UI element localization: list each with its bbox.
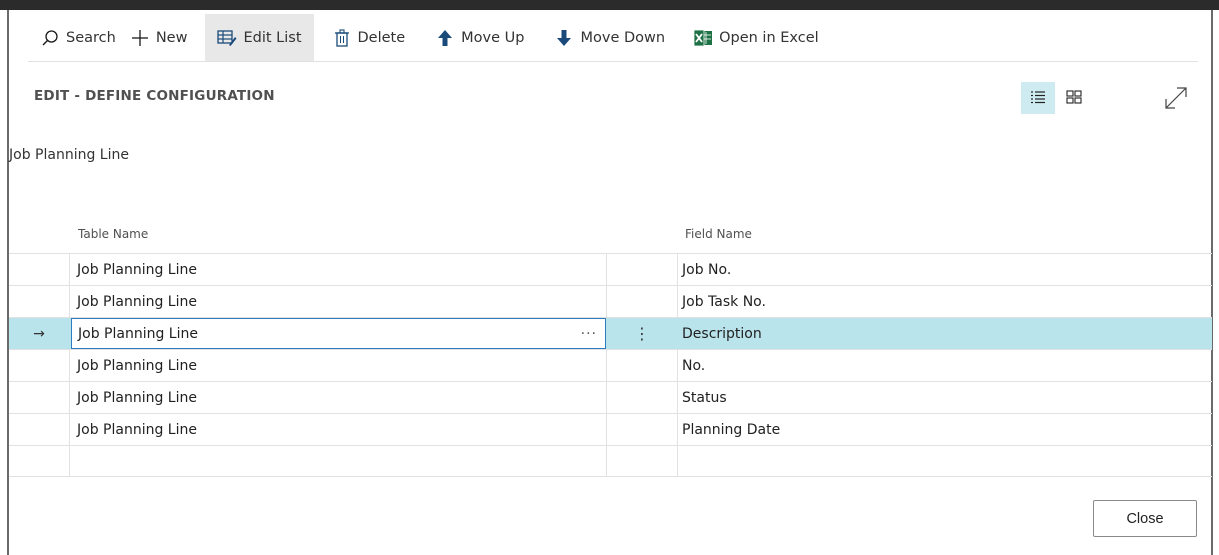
field-name-cell[interactable]: Job No. <box>678 254 1212 285</box>
table-row[interactable]: Job Planning Line Planning Date <box>9 413 1212 445</box>
tile-view-icon <box>1066 89 1082 108</box>
grid-header: Table Name Field Name <box>9 220 1212 253</box>
row-menu-cell[interactable]: ⋮ <box>607 318 678 349</box>
move-up-label: Move Up <box>461 30 525 46</box>
table-name-cell[interactable]: Job Planning Line <box>70 350 607 381</box>
more-options-icon[interactable]: ⋮ <box>634 324 650 343</box>
page-title: EDIT - DEFINE CONFIGURATION <box>34 88 275 104</box>
edit-list-label: Edit List <box>243 30 302 46</box>
list-view-button[interactable] <box>1021 82 1055 114</box>
search-icon <box>40 28 60 48</box>
table-row[interactable]: Job Planning Line Status <box>9 381 1212 413</box>
list-view-icon <box>1030 89 1046 108</box>
row-selector[interactable] <box>9 382 70 413</box>
expand-button[interactable] <box>1160 84 1192 116</box>
lookup-ellipsis-icon[interactable]: ··· <box>581 326 597 342</box>
expand-icon <box>1163 85 1189 115</box>
new-label: New <box>155 30 188 46</box>
field-name-cell[interactable]: Job Task No. <box>678 286 1212 317</box>
action-bar: Search New Edit List Delete Move Up Move… <box>28 14 1198 62</box>
delete-label: Delete <box>357 30 406 46</box>
plus-icon <box>130 28 150 48</box>
table-name-cell[interactable]: Job Planning Line <box>70 382 607 413</box>
field-name-cell[interactable]: Status <box>678 382 1212 413</box>
table-name-cell[interactable] <box>70 446 607 477</box>
open-in-excel-button[interactable]: Open in Excel <box>681 14 831 62</box>
row-menu-cell[interactable] <box>607 382 678 413</box>
row-menu-cell[interactable] <box>607 446 678 477</box>
row-selector[interactable] <box>9 414 70 445</box>
configuration-grid: Table Name Field Name Job Planning Line … <box>9 220 1212 477</box>
move-up-button[interactable]: Move Up <box>423 14 536 62</box>
row-selector[interactable] <box>9 446 70 477</box>
field-name-cell[interactable] <box>678 446 1212 477</box>
edit-list-button[interactable]: Edit List <box>205 14 314 62</box>
field-name-cell[interactable]: Description <box>678 318 1212 349</box>
row-selector[interactable] <box>9 350 70 381</box>
row-menu-cell[interactable] <box>607 350 678 381</box>
field-name-cell[interactable]: No. <box>678 350 1212 381</box>
search-label: Search <box>66 30 116 46</box>
caption-label: Job Planning Line <box>9 147 129 163</box>
table-row-empty[interactable] <box>9 445 1212 477</box>
row-menu-cell[interactable] <box>607 414 678 445</box>
column-header-table-name[interactable]: Table Name <box>78 227 148 241</box>
table-name-cell[interactable]: Job Planning Line <box>70 286 607 317</box>
row-selector[interactable] <box>9 254 70 285</box>
table-row-selected[interactable]: → Job Planning Line ··· ⋮ Description <box>9 317 1212 349</box>
row-menu-cell[interactable] <box>607 254 678 285</box>
table-row[interactable]: Job Planning Line Job Task No. <box>9 285 1212 317</box>
edit-list-icon <box>217 28 237 48</box>
row-menu-cell[interactable] <box>607 286 678 317</box>
table-name-cell[interactable]: Job Planning Line <box>70 254 607 285</box>
new-button[interactable]: New <box>128 14 200 62</box>
trash-icon <box>332 28 352 48</box>
window-top-frame <box>0 0 1219 10</box>
arrow-up-icon <box>435 28 455 48</box>
open-in-excel-label: Open in Excel <box>719 30 819 46</box>
move-down-button[interactable]: Move Down <box>542 14 677 62</box>
tile-view-button[interactable] <box>1059 82 1089 114</box>
table-row[interactable]: Job Planning Line Job No. <box>9 253 1212 285</box>
table-name-cell[interactable]: Job Planning Line <box>70 414 607 445</box>
row-selector[interactable]: → <box>9 318 70 349</box>
arrow-right-icon: → <box>33 325 45 342</box>
delete-button[interactable]: Delete <box>320 14 418 62</box>
close-button[interactable]: Close <box>1093 500 1197 537</box>
arrow-down-icon <box>554 28 574 48</box>
field-name-cell[interactable]: Planning Date <box>678 414 1212 445</box>
excel-icon <box>693 28 713 48</box>
table-name-input[interactable]: Job Planning Line ··· <box>71 318 606 349</box>
table-row[interactable]: Job Planning Line No. <box>9 349 1212 381</box>
move-down-label: Move Down <box>580 30 666 46</box>
column-header-field-name[interactable]: Field Name <box>685 227 752 241</box>
row-selector[interactable] <box>9 286 70 317</box>
search-button[interactable]: Search <box>28 14 128 62</box>
table-name-value: Job Planning Line <box>78 325 198 342</box>
